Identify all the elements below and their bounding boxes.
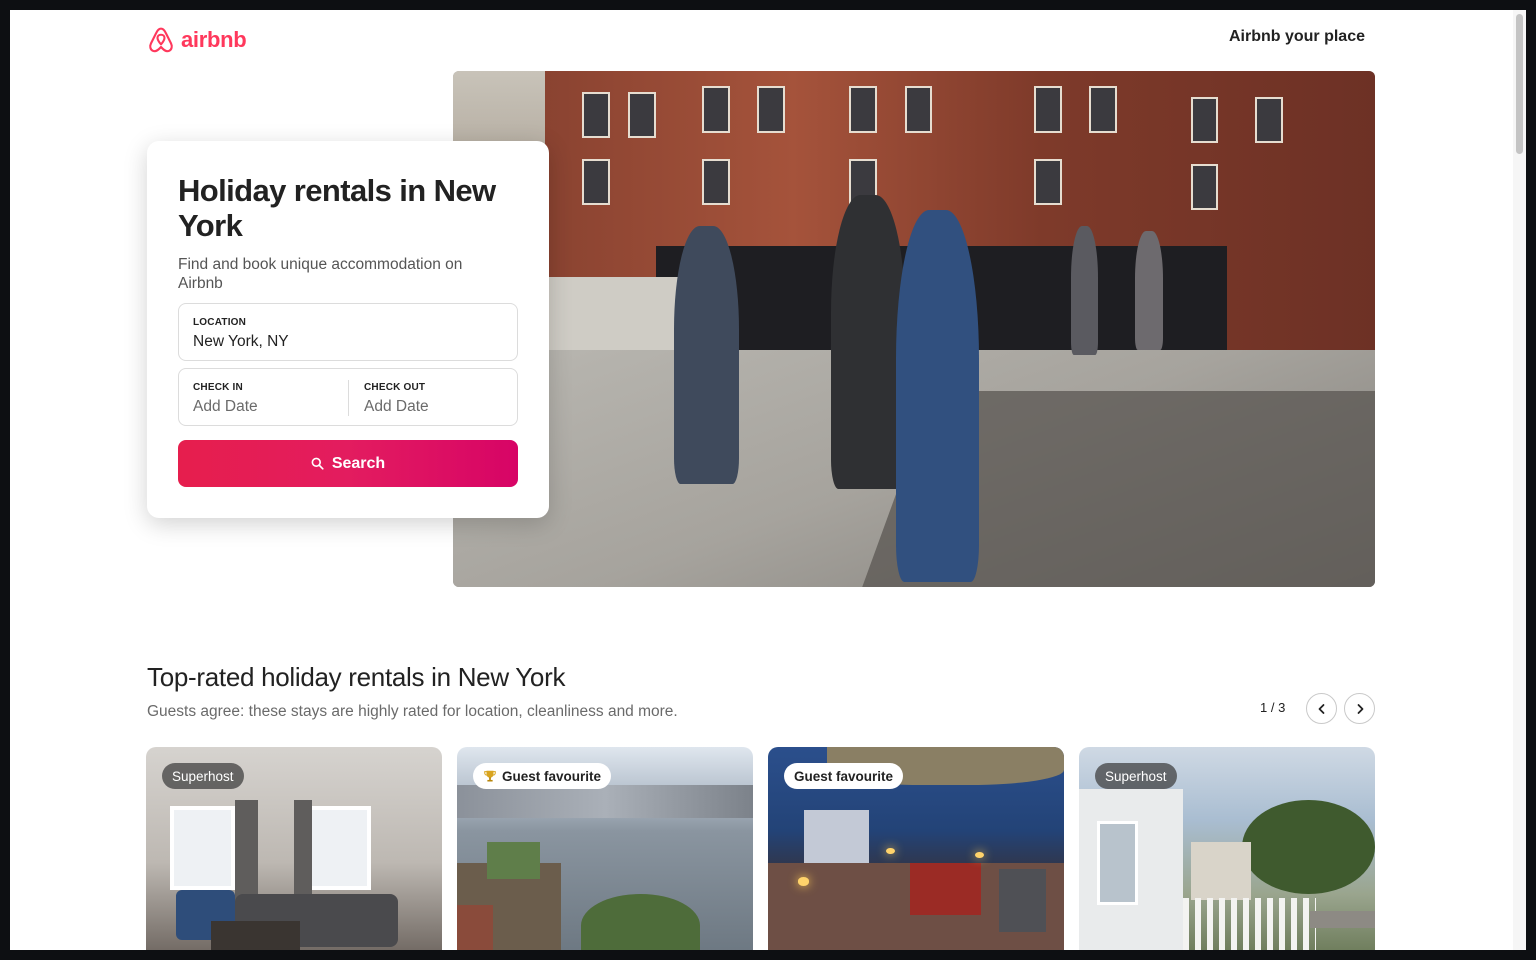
listing-card[interactable]: Guest favourite: [457, 747, 753, 950]
chevron-left-icon: [1318, 703, 1324, 714]
logo-wordmark: airbnb: [181, 27, 247, 52]
checkout-label: CHECK OUT: [364, 382, 426, 393]
page-indicator: 1 / 3: [1260, 700, 1286, 715]
section-title: Top-rated holiday rentals in New York: [147, 662, 566, 692]
scrollbar-thumb[interactable]: [1516, 14, 1523, 154]
browser-window: airbnb Airbnb your place Holiday rentals…: [10, 10, 1513, 950]
airbnb-belo-icon: [149, 27, 173, 53]
chevron-right-icon: [1357, 703, 1363, 714]
listing-badge: Superhost: [1095, 763, 1177, 789]
listing-card[interactable]: Guest favourite: [768, 747, 1064, 950]
location-input[interactable]: New York, NY: [193, 333, 289, 351]
search-panel: Holiday rentals in New York Find and boo…: [147, 141, 549, 518]
listing-card[interactable]: Superhost: [1079, 747, 1375, 950]
listing-badge-label: Guest favourite: [502, 768, 602, 784]
next-button[interactable]: [1344, 693, 1375, 724]
hero-image: [453, 71, 1375, 587]
listing-badge: Guest favourite: [784, 763, 904, 789]
page-title: Holiday rentals in New York: [178, 173, 496, 243]
section-subtitle: Guests agree: these stays are highly rat…: [147, 703, 678, 720]
search-button-label: Search: [331, 454, 386, 472]
airbnb-logo[interactable]: airbnb: [147, 25, 247, 55]
airbnb-your-place-link[interactable]: Airbnb your place: [1220, 28, 1365, 46]
search-button[interactable]: Search: [178, 440, 518, 487]
checkin-input[interactable]: Add Date: [193, 398, 258, 416]
search-icon: [311, 457, 324, 470]
date-fields: CHECK IN Add Date CHECK OUT Add Date: [178, 368, 518, 426]
checkin-label: CHECK IN: [193, 382, 243, 393]
divider: [348, 380, 349, 416]
page-subtitle: Find and book unique accommodation on Ai…: [178, 256, 463, 292]
location-label: LOCATION: [193, 317, 247, 328]
trophy-icon: [484, 770, 496, 782]
location-field[interactable]: LOCATION New York, NY: [178, 303, 518, 361]
previous-button[interactable]: [1306, 693, 1337, 724]
listing-badge: Guest favourite: [473, 763, 612, 789]
checkout-input[interactable]: Add Date: [364, 398, 429, 416]
listing-card[interactable]: Superhost: [146, 747, 442, 950]
listing-badge: Superhost: [162, 763, 244, 789]
